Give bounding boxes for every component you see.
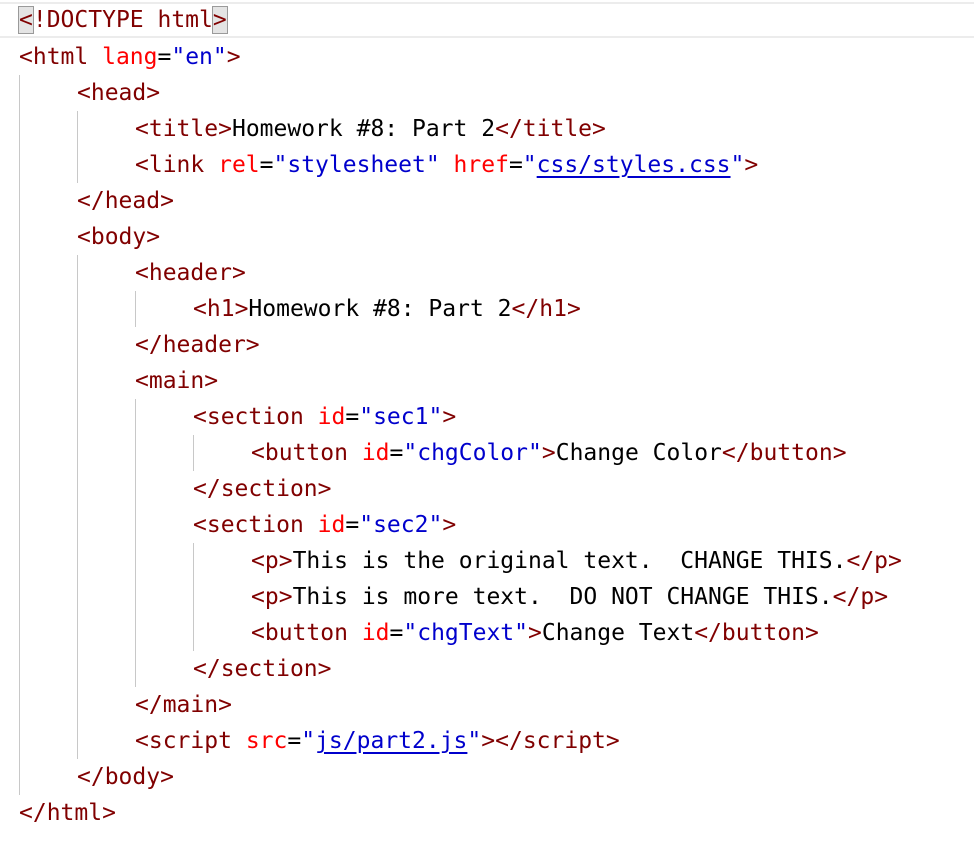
tag-name: title <box>148 116 219 142</box>
code-line-23[interactable]: </html> <box>19 795 116 831</box>
attribute-name: id <box>361 620 390 646</box>
code-line-11[interactable]: <main> <box>135 363 218 399</box>
tag-name: link <box>148 152 205 178</box>
tag-name: script <box>148 728 232 754</box>
code-line-16[interactable]: <p>This is the original text. CHANGE THI… <box>251 543 902 579</box>
text-content: Change Color <box>555 440 722 466</box>
code-line-3[interactable]: <head> <box>77 75 160 111</box>
tag-name: /p <box>860 548 889 574</box>
script-link[interactable]: js/part2.js <box>315 728 467 754</box>
tag-name: /body <box>90 764 161 790</box>
code-line-17[interactable]: <p>This is more text. DO NOT CHANGE THIS… <box>251 579 888 615</box>
tag-name: /section <box>206 656 318 682</box>
text-content: This is more text. DO NOT CHANGE THIS. <box>292 584 833 610</box>
code-line-18[interactable]: <button id="chgText">Change Text</button… <box>251 615 819 651</box>
tag-name: /button <box>735 440 833 466</box>
code-line-21[interactable]: <script src="js/part2.js"></script> <box>135 723 620 759</box>
tag-name: head <box>90 80 147 106</box>
tag-name: /section <box>206 476 318 502</box>
tag-name: /main <box>148 692 219 718</box>
attribute-value: "sec1" <box>359 404 443 430</box>
tag-name: /h1 <box>525 296 567 322</box>
attribute-name: href <box>453 152 509 178</box>
indent-guide-section2 <box>193 543 194 651</box>
code-line-9[interactable]: <h1>Homework #8: Part 2</h1> <box>193 291 581 327</box>
attribute-value: "stylesheet" <box>273 152 440 178</box>
tag-name: section <box>206 404 304 430</box>
tag-name: /html <box>32 800 103 826</box>
code-line-8[interactable]: <header> <box>135 255 246 291</box>
indent-guide-html <box>19 75 20 795</box>
tag-name: /header <box>148 332 246 358</box>
code-line-13[interactable]: <button id="chgColor">Change Color</butt… <box>251 435 847 471</box>
tag-name: /script <box>508 728 606 754</box>
text-content: Homework #8: Part 2 <box>248 296 512 322</box>
tag-name: /button <box>708 620 805 646</box>
tag-name: /title <box>508 116 593 142</box>
attribute-name: rel <box>218 152 260 178</box>
attribute-name: lang <box>102 44 158 70</box>
code-line-4[interactable]: <title>Homework #8: Part 2</title> <box>135 111 606 147</box>
bracket-close-match: > <box>211 6 228 34</box>
tag-name: p <box>264 584 279 610</box>
tag-name: header <box>148 260 232 286</box>
code-line-15[interactable]: <section id="sec2"> <box>193 507 456 543</box>
attribute-value: "sec2" <box>359 512 443 538</box>
tag-name: body <box>90 224 147 250</box>
attribute-name: id <box>361 440 390 466</box>
code-line-19[interactable]: </section> <box>193 651 332 687</box>
tag-name: section <box>206 512 304 538</box>
tag-name: button <box>264 620 348 646</box>
attribute-value: "chgText" <box>403 620 528 646</box>
tag-name: p <box>264 548 279 574</box>
indent-guide-main <box>135 399 136 687</box>
code-line-5[interactable]: <link rel="stylesheet" href="css/styles.… <box>135 147 758 183</box>
tag-name: /p <box>846 584 875 610</box>
text-content: Change Text <box>541 620 695 646</box>
attribute-value: "en" <box>171 44 227 70</box>
attribute-value: "chgColor" <box>403 440 542 466</box>
bracket-open-match: < <box>18 6 34 34</box>
code-line-10[interactable]: </header> <box>135 327 260 363</box>
code-line-7[interactable]: <body> <box>77 219 160 255</box>
indent-guide-header <box>135 291 136 327</box>
code-editor[interactable]: <!DOCTYPE html> <html lang="en"> <head> … <box>0 0 974 852</box>
indent-guide-head <box>77 111 78 183</box>
code-line-12[interactable]: <section id="sec1"> <box>193 399 456 435</box>
doctype-token: !DOCTYPE html <box>32 7 213 33</box>
code-line-22[interactable]: </body> <box>77 759 174 795</box>
code-line-14[interactable]: </section> <box>193 471 332 507</box>
stylesheet-link[interactable]: css/styles.css <box>537 152 731 178</box>
tag-name: button <box>264 440 348 466</box>
code-line-20[interactable]: </main> <box>135 687 232 723</box>
tag-name: main <box>148 368 205 394</box>
indent-guide-section1 <box>193 435 194 471</box>
attribute-name: src <box>245 728 288 754</box>
indent-guide-body <box>77 255 78 759</box>
tag-name: h1 <box>206 296 235 322</box>
text-content: This is the original text. CHANGE THIS. <box>292 548 847 574</box>
tag-name: /head <box>90 188 161 214</box>
code-line-6[interactable]: </head> <box>77 183 174 219</box>
text-content: Homework #8: Part 2 <box>231 116 496 142</box>
tag-name: html <box>32 44 89 70</box>
code-line-2[interactable]: <html lang="en"> <box>19 39 241 75</box>
code-line-1[interactable]: <!DOCTYPE html> <box>18 2 228 38</box>
attribute-name: id <box>317 404 346 430</box>
attribute-name: id <box>317 512 346 538</box>
